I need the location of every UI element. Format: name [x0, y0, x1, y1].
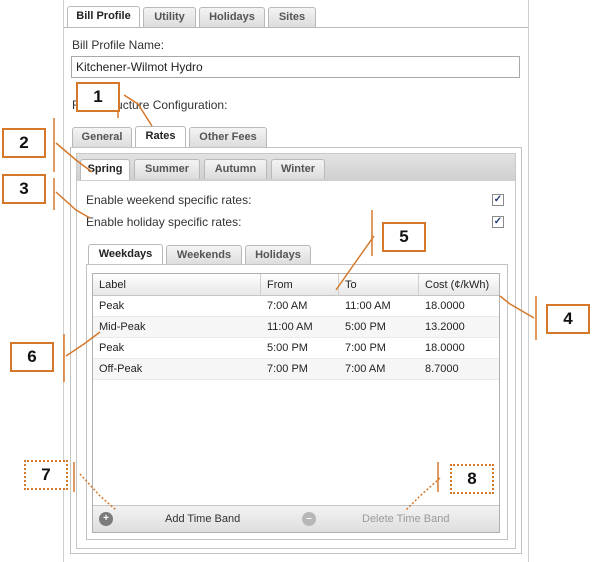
callout-3: 3 [2, 174, 46, 204]
callout-2: 2 [2, 128, 46, 158]
callout-8: 8 [450, 464, 494, 494]
callout-5: 5 [382, 222, 426, 252]
callout-4: 4 [546, 304, 590, 334]
callout-7: 7 [24, 460, 68, 490]
callout-6: 6 [10, 342, 54, 372]
callout-1: 1 [76, 82, 120, 112]
